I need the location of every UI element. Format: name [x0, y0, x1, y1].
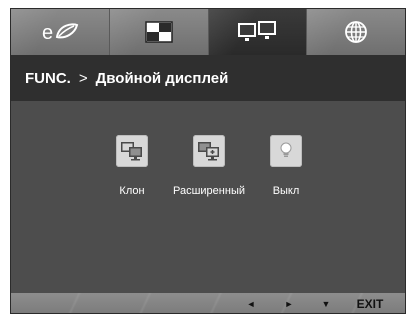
breadcrumb-root: FUNC.	[25, 69, 71, 87]
page-title: Двойной дисплей	[95, 69, 229, 87]
tab-language[interactable]	[307, 9, 405, 55]
tab-bar: e	[11, 9, 405, 55]
svg-text:e: e	[42, 22, 53, 44]
breadcrumb: FUNC. > Двойной дисплей	[11, 55, 405, 101]
bottom-control-bar: ◄ ► ▼ EXIT	[11, 293, 405, 313]
down-arrow-button[interactable]: ▼	[318, 293, 334, 313]
option-off[interactable]: Выкл	[241, 135, 331, 197]
off-bulb-icon	[280, 142, 292, 157]
option-clone-label: Клон	[119, 185, 145, 197]
picture-quadrant-icon	[144, 21, 173, 43]
left-arrow-icon: ◄	[246, 299, 256, 309]
option-extended-button[interactable]	[193, 135, 225, 167]
exit-button[interactable]: EXIT	[347, 293, 393, 313]
globe-icon	[345, 21, 368, 43]
right-arrow-icon: ►	[284, 299, 294, 309]
tab-eco[interactable]: e	[11, 9, 110, 55]
down-arrow-icon: ▼	[321, 299, 331, 309]
eco-leaf-icon: e	[42, 22, 79, 44]
options-area: Клон Расширенный Выкл	[11, 101, 405, 293]
option-off-label: Выкл	[272, 185, 300, 197]
exit-label: EXIT	[356, 297, 384, 311]
option-extended-label: Расширенный	[173, 185, 245, 197]
dual-display-icon	[238, 21, 277, 41]
tab-picture[interactable]	[109, 9, 209, 55]
option-off-button[interactable]	[270, 135, 302, 167]
breadcrumb-separator: >	[78, 69, 88, 87]
extended-display-icon	[198, 142, 219, 161]
tab-dual-display[interactable]	[208, 9, 308, 55]
right-arrow-button[interactable]: ►	[281, 293, 297, 313]
left-arrow-button[interactable]: ◄	[243, 293, 259, 313]
clone-display-icon	[121, 142, 142, 161]
option-clone-button[interactable]	[116, 135, 148, 167]
osd-menu: e FUNC. > Двойной дисплей Клон Расширенн…	[10, 8, 406, 314]
